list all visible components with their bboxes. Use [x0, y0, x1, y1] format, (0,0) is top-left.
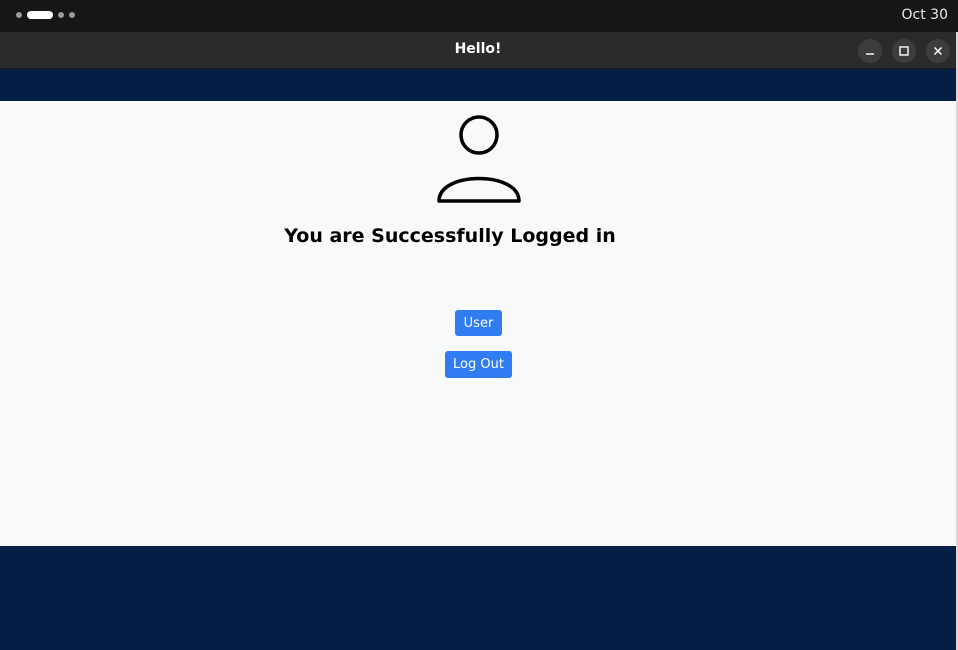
- logout-button[interactable]: Log Out: [445, 351, 512, 378]
- workspace-dot-active[interactable]: [27, 11, 53, 19]
- close-icon: [933, 46, 943, 56]
- maximize-button[interactable]: [892, 39, 916, 63]
- maximize-icon: [899, 46, 909, 56]
- workspace-dot[interactable]: [58, 12, 64, 18]
- workspace-indicator[interactable]: [16, 11, 75, 19]
- window-titlebar[interactable]: Hello!: [0, 32, 956, 69]
- system-clock[interactable]: Oct 30: [902, 7, 948, 23]
- user-button[interactable]: User: [455, 310, 502, 336]
- window-title: Hello!: [454, 41, 502, 57]
- main-content: You are Successfully Logged in User Log …: [0, 101, 956, 546]
- minimize-icon: [866, 53, 874, 55]
- system-top-bar: Oct 30: [0, 0, 958, 32]
- workspace-dot[interactable]: [16, 12, 22, 18]
- user-profile-icon: [437, 115, 521, 203]
- login-success-heading: You are Successfully Logged in: [284, 225, 616, 247]
- app-window: Hello! You are Successfully Logged in Us…: [0, 32, 956, 650]
- close-button[interactable]: [926, 39, 950, 63]
- workspace-dot[interactable]: [69, 12, 75, 18]
- minimize-button[interactable]: [858, 39, 882, 63]
